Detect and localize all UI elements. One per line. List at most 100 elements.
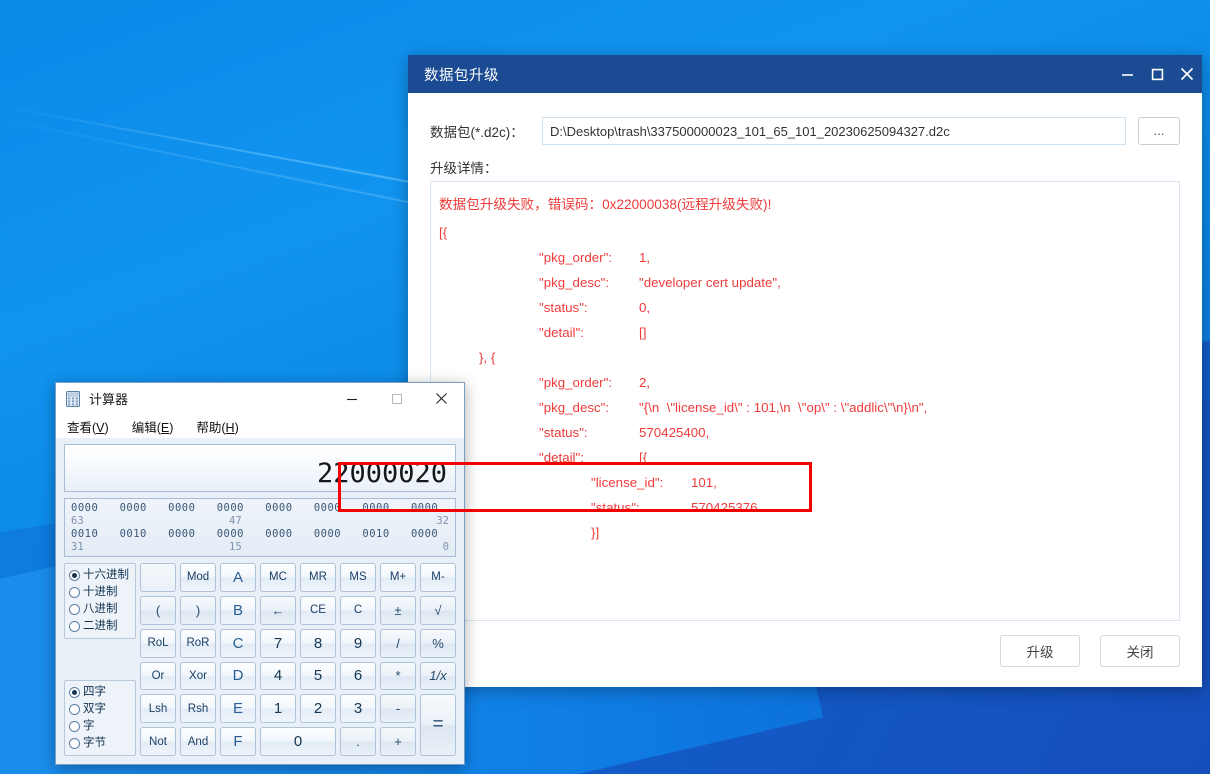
key-7[interactable]: 7 bbox=[260, 628, 296, 658]
key-8[interactable]: 8 bbox=[300, 628, 336, 658]
key-%[interactable]: % bbox=[420, 628, 456, 658]
close-button[interactable]: 关闭 bbox=[1100, 635, 1180, 667]
bit-nibble[interactable]: 0000 bbox=[314, 528, 352, 541]
key-or[interactable]: Or bbox=[140, 661, 176, 691]
bit-nibble[interactable]: 0010 bbox=[120, 528, 158, 541]
bit-nibble[interactable]: 0000 bbox=[217, 528, 255, 541]
key-_[interactable]: √ bbox=[420, 595, 456, 625]
key-mod[interactable]: Mod bbox=[180, 563, 216, 592]
key-f[interactable]: F bbox=[220, 727, 256, 756]
key-/[interactable]: / bbox=[380, 628, 416, 658]
radio-indicator[interactable] bbox=[69, 621, 80, 632]
bit-nibble[interactable]: 0010 bbox=[362, 528, 400, 541]
key-=[interactable]: = bbox=[420, 694, 456, 756]
key-mc[interactable]: MC bbox=[260, 563, 296, 592]
key-.[interactable]: . bbox=[340, 727, 376, 756]
key-3[interactable]: 3 bbox=[340, 694, 376, 724]
key-_[interactable]: ± bbox=[380, 595, 416, 625]
key-c[interactable]: C bbox=[340, 595, 376, 625]
radio-label: 二进制 bbox=[83, 620, 118, 632]
upgrade-button[interactable]: 升级 bbox=[1000, 635, 1080, 667]
radio-indicator[interactable] bbox=[69, 587, 80, 598]
minimize-icon[interactable] bbox=[1112, 55, 1142, 93]
menu-help[interactable]: 帮助(H) bbox=[193, 416, 241, 437]
file-path-input[interactable] bbox=[542, 117, 1126, 145]
key-c[interactable]: C bbox=[220, 628, 256, 658]
pkg1-status-key: "status": bbox=[539, 300, 588, 315]
radio-qword[interactable]: 四字 bbox=[69, 684, 131, 701]
close-icon[interactable] bbox=[1172, 55, 1202, 93]
key-6[interactable]: 6 bbox=[340, 661, 376, 691]
display-value: 22000020 bbox=[316, 458, 447, 489]
key-mr[interactable]: MR bbox=[300, 563, 336, 592]
radio-byte[interactable]: 字节 bbox=[69, 735, 131, 752]
radio-indicator[interactable] bbox=[69, 604, 80, 615]
radio-indicator[interactable] bbox=[69, 721, 80, 732]
key-_[interactable]: ) bbox=[180, 595, 216, 625]
menu-edit[interactable]: 编辑(E) bbox=[129, 416, 177, 437]
key-+[interactable]: + bbox=[380, 727, 416, 756]
key-rol[interactable]: RoL bbox=[140, 628, 176, 658]
key-b[interactable]: B bbox=[220, 595, 256, 625]
key-2[interactable]: 2 bbox=[300, 694, 336, 724]
key-_[interactable]: ← bbox=[260, 595, 296, 625]
key-m+[interactable]: M+ bbox=[380, 563, 416, 592]
menu-view[interactable]: 查看(V) bbox=[64, 416, 112, 437]
radio-hex[interactable]: 十六进制 bbox=[69, 567, 131, 584]
radio-oct[interactable]: 八进制 bbox=[69, 601, 131, 618]
bit-nibble[interactable]: 0000 bbox=[71, 502, 109, 515]
key-ce[interactable]: CE bbox=[300, 595, 336, 625]
radio-dec[interactable]: 十进制 bbox=[69, 584, 131, 601]
key-9[interactable]: 9 bbox=[340, 628, 376, 658]
key-e[interactable]: E bbox=[220, 694, 256, 724]
key-not[interactable]: Not bbox=[140, 727, 176, 756]
minimize-icon[interactable] bbox=[329, 383, 374, 414]
key-ror[interactable]: RoR bbox=[180, 628, 216, 658]
maximize-icon[interactable] bbox=[1142, 55, 1172, 93]
radio-word[interactable]: 字 bbox=[69, 718, 131, 735]
key-xor[interactable]: Xor bbox=[180, 661, 216, 691]
key-m-[interactable]: M- bbox=[420, 563, 456, 592]
key-rsh[interactable]: Rsh bbox=[180, 694, 216, 724]
bit-nibble[interactable]: 0000 bbox=[411, 528, 449, 541]
radio-indicator[interactable] bbox=[69, 570, 80, 581]
maximize-icon[interactable] bbox=[374, 383, 419, 414]
radio-label: 字节 bbox=[83, 737, 106, 749]
key--[interactable]: - bbox=[380, 694, 416, 724]
close-icon[interactable] bbox=[419, 383, 464, 414]
bit-grid[interactable]: 0000 0000 0000 0000 0000 0000 0000 0000 … bbox=[64, 498, 456, 557]
radio-indicator[interactable] bbox=[69, 687, 80, 698]
key-*[interactable]: * bbox=[380, 661, 416, 691]
key-0[interactable]: 0 bbox=[260, 727, 336, 756]
bit-nibble[interactable]: 0010 bbox=[71, 528, 109, 541]
bit-nibble[interactable]: 0000 bbox=[168, 502, 206, 515]
bit-nibble[interactable]: 0000 bbox=[411, 502, 449, 515]
key-5[interactable]: 5 bbox=[300, 661, 336, 691]
browse-button[interactable]: ... bbox=[1138, 117, 1180, 145]
bit-nibble[interactable]: 0000 bbox=[265, 528, 303, 541]
radio-indicator[interactable] bbox=[69, 704, 80, 715]
key-_[interactable]: ( bbox=[140, 595, 176, 625]
key-lsh[interactable]: Lsh bbox=[140, 694, 176, 724]
key-a[interactable]: A bbox=[220, 563, 256, 592]
key-4[interactable]: 4 bbox=[260, 661, 296, 691]
key-1/x[interactable]: 1/x bbox=[420, 661, 456, 691]
calculator-display[interactable]: 22000020 bbox=[64, 444, 456, 492]
radio-bin[interactable]: 二进制 bbox=[69, 618, 131, 635]
upgrade-detail-textarea[interactable]: 数据包升级失败，错误码：0x22000038(远程升级失败)! [{ "pkg_… bbox=[430, 181, 1180, 621]
bit-nibble[interactable]: 0000 bbox=[168, 528, 206, 541]
error-message: 数据包升级失败，错误码：0x22000038(远程升级失败)! bbox=[439, 197, 772, 212]
key-and[interactable]: And bbox=[180, 727, 216, 756]
bit-row-low[interactable]: 0010 0010 0000 0000 0000 0000 0010 0000 bbox=[71, 528, 449, 541]
bit-nibble[interactable]: 0000 bbox=[217, 502, 255, 515]
bit-nibble[interactable]: 0000 bbox=[120, 502, 158, 515]
bit-nibble[interactable]: 0000 bbox=[362, 502, 400, 515]
bit-nibble[interactable]: 0000 bbox=[265, 502, 303, 515]
key-d[interactable]: D bbox=[220, 661, 256, 691]
key-ms[interactable]: MS bbox=[340, 563, 376, 592]
bit-nibble[interactable]: 0000 bbox=[314, 502, 352, 515]
radio-indicator[interactable] bbox=[69, 738, 80, 749]
bit-row-high[interactable]: 0000 0000 0000 0000 0000 0000 0000 0000 bbox=[71, 502, 449, 515]
radio-dword[interactable]: 双字 bbox=[69, 701, 131, 718]
key-1[interactable]: 1 bbox=[260, 694, 296, 724]
